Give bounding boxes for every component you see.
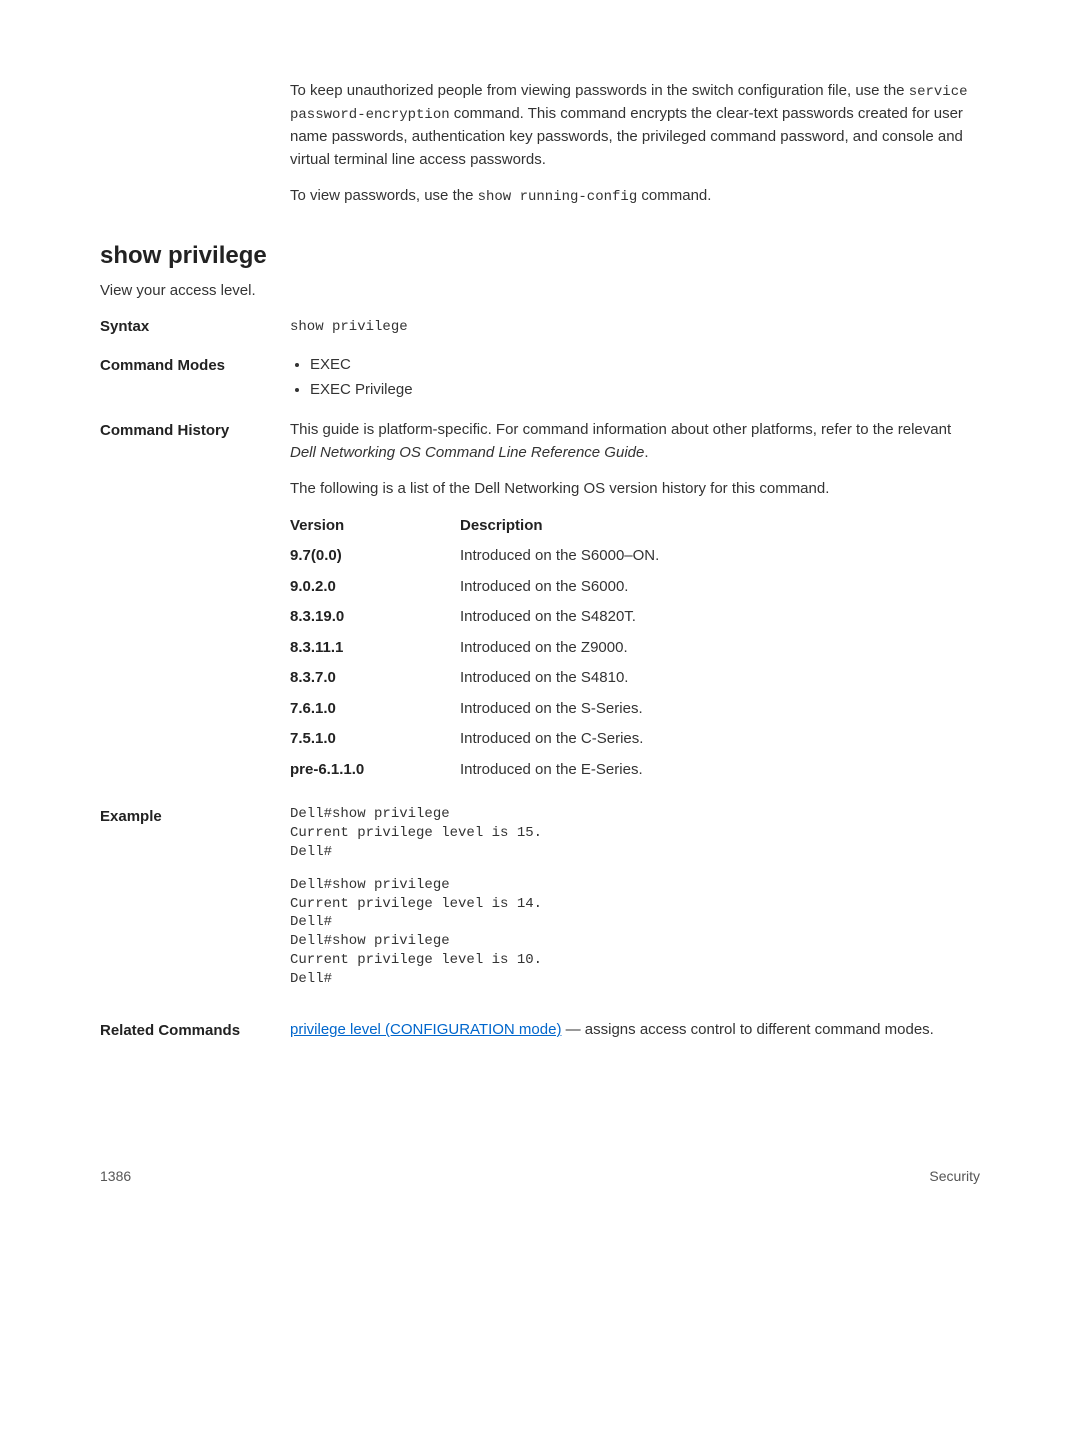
section-subtitle: View your access level. xyxy=(100,280,980,303)
command-history-row: Command History This guide is platform-s… xyxy=(100,419,980,789)
text-fragment: . xyxy=(644,444,648,461)
syntax-row: Syntax show privilege xyxy=(100,315,980,339)
text-fragment: To view passwords, use the xyxy=(290,187,478,204)
table-row: 8.3.7.0 Introduced on the S4810. xyxy=(290,667,980,690)
command-modes-list: EXEC EXEC Privilege xyxy=(290,354,980,401)
page-number: 1386 xyxy=(100,1166,131,1187)
version-table-header: Version Description xyxy=(290,515,980,538)
syntax-value: show privilege xyxy=(290,319,408,335)
page-footer: 1386 Security xyxy=(100,1166,980,1187)
list-item: EXEC xyxy=(310,354,980,377)
version-cell: pre-6.1.1.0 xyxy=(290,759,460,782)
version-cell: 8.3.11.1 xyxy=(290,637,460,660)
version-cell: 7.5.1.0 xyxy=(290,728,460,751)
inline-code: show running-config xyxy=(478,189,638,205)
example-label: Example xyxy=(100,805,290,829)
table-row: 9.7(0.0) Introduced on the S6000–ON. xyxy=(290,545,980,568)
syntax-label: Syntax xyxy=(100,315,290,339)
table-row: 9.0.2.0 Introduced on the S6000. xyxy=(290,576,980,599)
text-fragment: To keep unauthorized people from viewing… xyxy=(290,82,909,99)
description-cell: Introduced on the S4820T. xyxy=(460,606,980,629)
continuation-para-2: To view passwords, use the show running-… xyxy=(290,185,980,208)
related-commands-row: Related Commands privilege level (CONFIG… xyxy=(100,1019,980,1056)
description-cell: Introduced on the S-Series. xyxy=(460,698,980,721)
description-cell: Introduced on the S4810. xyxy=(460,667,980,690)
table-row: 7.6.1.0 Introduced on the S-Series. xyxy=(290,698,980,721)
continuation-para-1: To keep unauthorized people from viewing… xyxy=(290,80,980,171)
command-history-label: Command History xyxy=(100,419,290,443)
text-fragment: — assigns access control to different co… xyxy=(561,1021,933,1038)
version-cell: 9.0.2.0 xyxy=(290,576,460,599)
related-commands-body: privilege level (CONFIGURATION mode) — a… xyxy=(290,1019,980,1042)
table-row: pre-6.1.1.0 Introduced on the E-Series. xyxy=(290,759,980,782)
description-cell: Introduced on the C-Series. xyxy=(460,728,980,751)
related-link[interactable]: privilege level (CONFIGURATION mode) xyxy=(290,1021,561,1038)
description-cell: Introduced on the S6000–ON. xyxy=(460,545,980,568)
text-fragment: This guide is platform-specific. For com… xyxy=(290,421,951,438)
italic-text: Dell Networking OS Command Line Referenc… xyxy=(290,444,644,461)
version-cell: 7.6.1.0 xyxy=(290,698,460,721)
related-commands-label: Related Commands xyxy=(100,1019,290,1043)
description-cell: Introduced on the Z9000. xyxy=(460,637,980,660)
command-modes-row: Command Modes EXEC EXEC Privilege xyxy=(100,354,980,403)
footer-category: Security xyxy=(929,1166,980,1187)
description-cell: Introduced on the E-Series. xyxy=(460,759,980,782)
version-header: Version xyxy=(290,515,460,538)
example-row: Example Dell#show privilege Current priv… xyxy=(100,805,980,1003)
description-header: Description xyxy=(460,515,980,538)
list-item: EXEC Privilege xyxy=(310,379,980,402)
example-block-2: Dell#show privilege Current privilege le… xyxy=(290,876,980,989)
version-cell: 9.7(0.0) xyxy=(290,545,460,568)
command-history-para-2: The following is a list of the Dell Netw… xyxy=(290,478,980,501)
section-heading: show privilege xyxy=(100,238,980,274)
text-fragment: command. xyxy=(637,187,711,204)
table-row: 8.3.19.0 Introduced on the S4820T. xyxy=(290,606,980,629)
command-history-para-1: This guide is platform-specific. For com… xyxy=(290,419,980,464)
example-block-1: Dell#show privilege Current privilege le… xyxy=(290,805,980,862)
table-row: 7.5.1.0 Introduced on the C-Series. xyxy=(290,728,980,751)
command-modes-label: Command Modes xyxy=(100,354,290,378)
version-cell: 8.3.19.0 xyxy=(290,606,460,629)
prior-section-continuation: To keep unauthorized people from viewing… xyxy=(290,80,980,208)
table-row: 8.3.11.1 Introduced on the Z9000. xyxy=(290,637,980,660)
version-cell: 8.3.7.0 xyxy=(290,667,460,690)
description-cell: Introduced on the S6000. xyxy=(460,576,980,599)
